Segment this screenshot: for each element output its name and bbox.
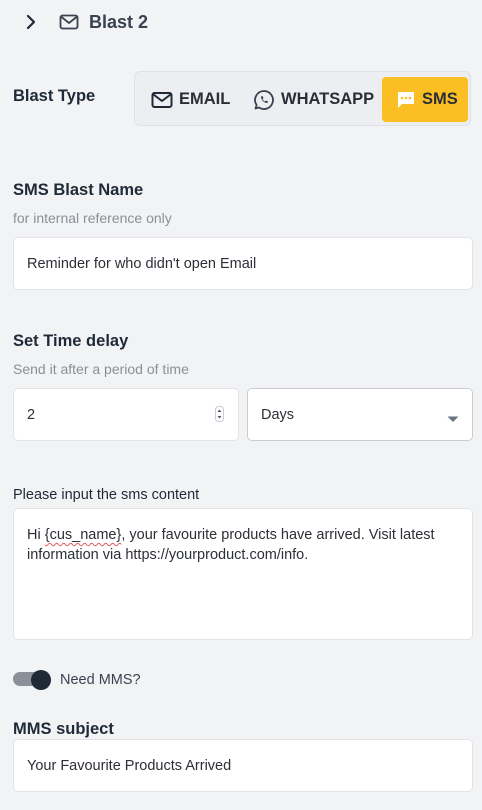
sms-blast-name-input[interactable]: Reminder for who didn't open Email bbox=[13, 237, 473, 290]
blast-type-email-label: EMAIL bbox=[179, 90, 231, 108]
time-delay-unit-select[interactable]: Days bbox=[247, 388, 473, 441]
number-stepper-icon[interactable] bbox=[215, 406, 224, 426]
sms-content-variable: {cus_name} bbox=[44, 527, 122, 543]
blast-type-email-button[interactable]: EMAIL bbox=[151, 77, 230, 122]
sms-blast-name-helper: for internal reference only bbox=[13, 210, 172, 226]
mms-subject-value: Your Favourite Products Arrived bbox=[27, 757, 232, 774]
blast-type-whatsapp-button[interactable]: WHATSAPP bbox=[253, 77, 374, 122]
time-delay-amount-input[interactable]: 2 bbox=[13, 388, 239, 441]
dropdown-caret-icon bbox=[447, 411, 459, 427]
blast-type-label: Blast Type bbox=[13, 87, 96, 105]
blast-type-sms-label: SMS bbox=[422, 90, 458, 108]
sms-blast-name-value: Reminder for who didn't open Email bbox=[27, 255, 257, 272]
need-mms-toggle-knob[interactable] bbox=[31, 670, 51, 690]
need-mms-label: Need MMS? bbox=[60, 672, 141, 688]
blast-type-sms-button[interactable]: SMS bbox=[382, 77, 468, 122]
sms-blast-name-label: SMS Blast Name bbox=[13, 181, 144, 199]
mms-subject-label: MMS subject bbox=[13, 720, 114, 738]
whatsapp-icon bbox=[253, 89, 275, 111]
time-delay-unit-value: Days bbox=[261, 406, 295, 423]
blast-type-segmented-control: EMAIL WHATSAPP SMS bbox=[134, 71, 471, 126]
blast-type-whatsapp-label: WHATSAPP bbox=[281, 90, 375, 108]
sms-content-label: Please input the sms content bbox=[13, 487, 200, 503]
sms-chat-icon bbox=[396, 90, 416, 110]
mail-icon bbox=[59, 13, 79, 31]
mail-icon bbox=[151, 91, 173, 109]
time-delay-amount-value: 2 bbox=[27, 406, 36, 423]
time-delay-helper: Send it after a period of time bbox=[13, 361, 189, 377]
sms-content-text-start: Hi bbox=[27, 527, 45, 543]
time-delay-label: Set Time delay bbox=[13, 332, 129, 350]
page-title: Blast 2 bbox=[89, 12, 149, 32]
expand-chevron-icon[interactable] bbox=[22, 13, 40, 31]
mms-subject-input[interactable]: Your Favourite Products Arrived bbox=[13, 739, 473, 792]
sms-content-textarea[interactable]: Hi {cus_name}, your favourite products h… bbox=[13, 508, 473, 640]
